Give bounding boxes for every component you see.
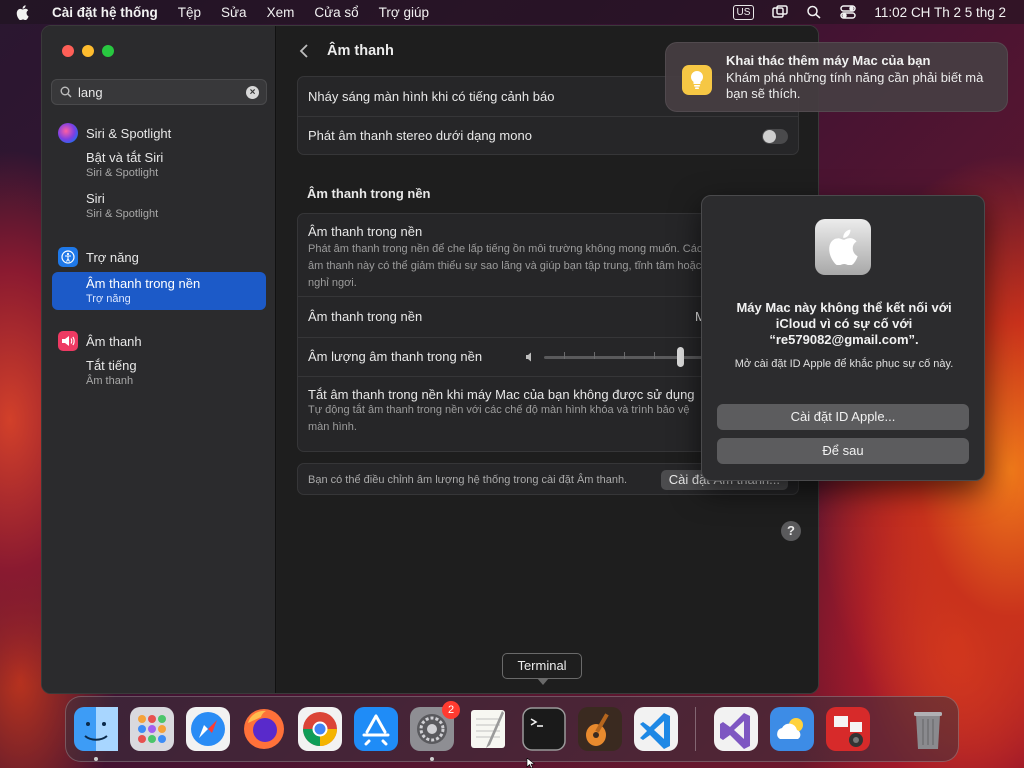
slider-tick — [624, 351, 625, 359]
input-source-indicator[interactable]: US — [732, 4, 755, 20]
search-icon — [60, 86, 72, 98]
photo-booth-icon[interactable] — [826, 707, 870, 751]
firefox-icon[interactable] — [242, 707, 286, 751]
mono-audio-label: Phát âm thanh stereo dưới dạng mono — [308, 128, 532, 143]
menu-bar: Cài đặt hệ thống Tệp Sửa Xem Cửa sổ Trợ … — [0, 0, 1024, 24]
result-title: Âm thanh trong nền — [86, 276, 201, 291]
mono-audio-row: Phát âm thanh stereo dưới dạng mono — [298, 116, 798, 155]
dock: 2 — [65, 696, 959, 762]
window-controls — [62, 45, 114, 57]
background-sounds-description: Phát âm thanh trong nền để che lấp tiếng… — [308, 243, 703, 289]
menu-file[interactable]: Tệp — [178, 5, 201, 20]
control-center-icon[interactable] — [840, 5, 857, 19]
notification-badge: 2 — [442, 701, 460, 719]
sidebar-group-sound: Âm thanh Tắt tiếng Âm thanh — [52, 330, 266, 388]
launchpad-icon[interactable] — [130, 707, 174, 751]
menu-view[interactable]: Xem — [267, 5, 295, 20]
volume-low-icon — [526, 352, 531, 362]
result-subtitle: Siri & Spotlight — [86, 208, 159, 220]
lightbulb-icon — [682, 65, 712, 95]
sidebar: × Siri & Spotlight Bật và tắt Siri Siri … — [42, 26, 276, 693]
mouse-pointer-icon — [526, 758, 536, 768]
background-volume-slider[interactable] — [526, 338, 704, 376]
menu-edit[interactable]: Sửa — [221, 5, 247, 20]
sidebar-result-background-sounds[interactable]: Âm thanh trong nền Trợ năng — [52, 272, 266, 310]
sidebar-result-siri-toggle[interactable]: Bật và tắt Siri Siri & Spotlight — [52, 150, 266, 180]
safari-icon[interactable] — [186, 707, 230, 751]
mute-when-idle-description: Tự động tắt âm thanh trong nền với các c… — [308, 404, 690, 433]
close-window-button[interactable] — [62, 45, 74, 57]
dialog-informative-text: Mở cài đặt ID Apple để khắc phục sự cố n… — [734, 358, 954, 370]
slider-tick — [654, 351, 655, 359]
volume-slider-track[interactable] — [544, 346, 704, 367]
sidebar-item-sound[interactable]: Âm thanh — [52, 330, 266, 352]
back-chevron-icon[interactable] — [297, 41, 311, 61]
notification-banner[interactable]: Khai thác thêm máy Mac của bạn Khám phá … — [665, 42, 1008, 112]
result-title: Bật và tắt Siri — [86, 150, 164, 165]
volume-slider-thumb[interactable] — [677, 346, 684, 367]
search-input[interactable] — [78, 84, 238, 100]
visual-studio-icon[interactable] — [714, 707, 758, 751]
flash-screen-label: Nháy sáng màn hình khi có tiếng cảnh báo — [308, 89, 555, 104]
spotlight-search-icon[interactable] — [806, 5, 822, 19]
system-settings-icon[interactable]: 2 — [410, 701, 460, 751]
app-store-icon[interactable] — [354, 707, 398, 751]
accessibility-icon — [58, 247, 78, 267]
chrome-icon[interactable] — [298, 707, 342, 751]
sidebar-group-siri: Siri & Spotlight Bật và tắt Siri Siri & … — [52, 122, 266, 221]
trash-icon[interactable] — [906, 707, 950, 751]
page-title: Âm thanh — [327, 43, 394, 59]
later-button[interactable]: Để sau — [717, 438, 969, 464]
sidebar-result-siri[interactable]: Siri Siri & Spotlight — [52, 191, 266, 221]
notification-title: Khai thác thêm máy Mac của bạn — [726, 53, 931, 68]
clear-search-icon[interactable]: × — [246, 86, 259, 99]
apple-menu-icon[interactable] — [16, 4, 38, 20]
minimize-window-button[interactable] — [82, 45, 94, 57]
sidebar-group-label: Âm thanh — [86, 333, 142, 349]
dock-separator — [695, 707, 696, 751]
running-indicator — [94, 757, 98, 761]
notification-body: Khám phá những tính năng cần phải biết m… — [726, 70, 984, 101]
dock-tooltip: Terminal — [502, 653, 582, 685]
garageband-icon[interactable] — [578, 707, 622, 751]
sidebar-item-accessibility[interactable]: Trợ năng — [52, 246, 266, 268]
sidebar-group-label: Siri & Spotlight — [86, 125, 172, 141]
dialog-message: Máy Mac này không thể kết nối với iCloud… — [736, 300, 952, 347]
sidebar-item-siri-spotlight[interactable]: Siri & Spotlight — [52, 122, 266, 144]
siri-icon — [58, 123, 78, 143]
menu-window[interactable]: Cửa sổ — [314, 5, 358, 20]
apple-id-settings-button[interactable]: Cài đặt ID Apple... — [717, 404, 969, 430]
result-subtitle: Siri & Spotlight — [86, 167, 159, 179]
icloud-alert-dialog: Máy Mac này không thể kết nối với iCloud… — [701, 195, 985, 481]
footer-text: Bạn có thể điều chỉnh âm lượng hệ thống … — [308, 474, 628, 486]
zoom-window-button[interactable] — [102, 45, 114, 57]
result-subtitle: Trợ năng — [86, 293, 131, 305]
vscode-icon[interactable] — [634, 707, 678, 751]
window-switch-icon[interactable] — [772, 5, 789, 19]
background-volume-label: Âm lượng âm thanh trong nền — [308, 349, 483, 364]
menu-app-name[interactable]: Cài đặt hệ thống — [52, 5, 158, 20]
sidebar-result-mute[interactable]: Tắt tiếng Âm thanh — [52, 358, 266, 388]
menubar-clock[interactable]: 11:02 CH Th 2 5 thg 2 — [874, 5, 1006, 20]
running-indicator — [430, 757, 434, 761]
background-sound-label: Âm thanh trong nền — [308, 309, 423, 324]
speaker-icon — [58, 331, 78, 351]
result-title: Siri — [86, 191, 105, 206]
weather-icon[interactable] — [770, 707, 814, 751]
textedit-icon[interactable] — [466, 707, 510, 751]
help-button[interactable]: ? — [781, 521, 801, 541]
apple-logo-icon — [815, 219, 871, 275]
sidebar-group-accessibility: Trợ năng Âm thanh trong nền Trợ năng — [52, 246, 266, 310]
menu-help[interactable]: Trợ giúp — [379, 5, 429, 20]
sidebar-search: × — [51, 79, 267, 105]
mono-audio-toggle[interactable] — [762, 129, 788, 144]
section-title-background-sounds: Âm thanh trong nền — [307, 186, 431, 201]
result-subtitle: Âm thanh — [86, 375, 134, 387]
sidebar-group-label: Trợ năng — [86, 249, 139, 265]
slider-tick — [594, 351, 595, 359]
slider-tick — [564, 351, 565, 359]
finder-icon[interactable] — [74, 707, 118, 751]
result-title: Tắt tiếng — [86, 358, 137, 373]
terminal-icon[interactable] — [522, 707, 566, 751]
